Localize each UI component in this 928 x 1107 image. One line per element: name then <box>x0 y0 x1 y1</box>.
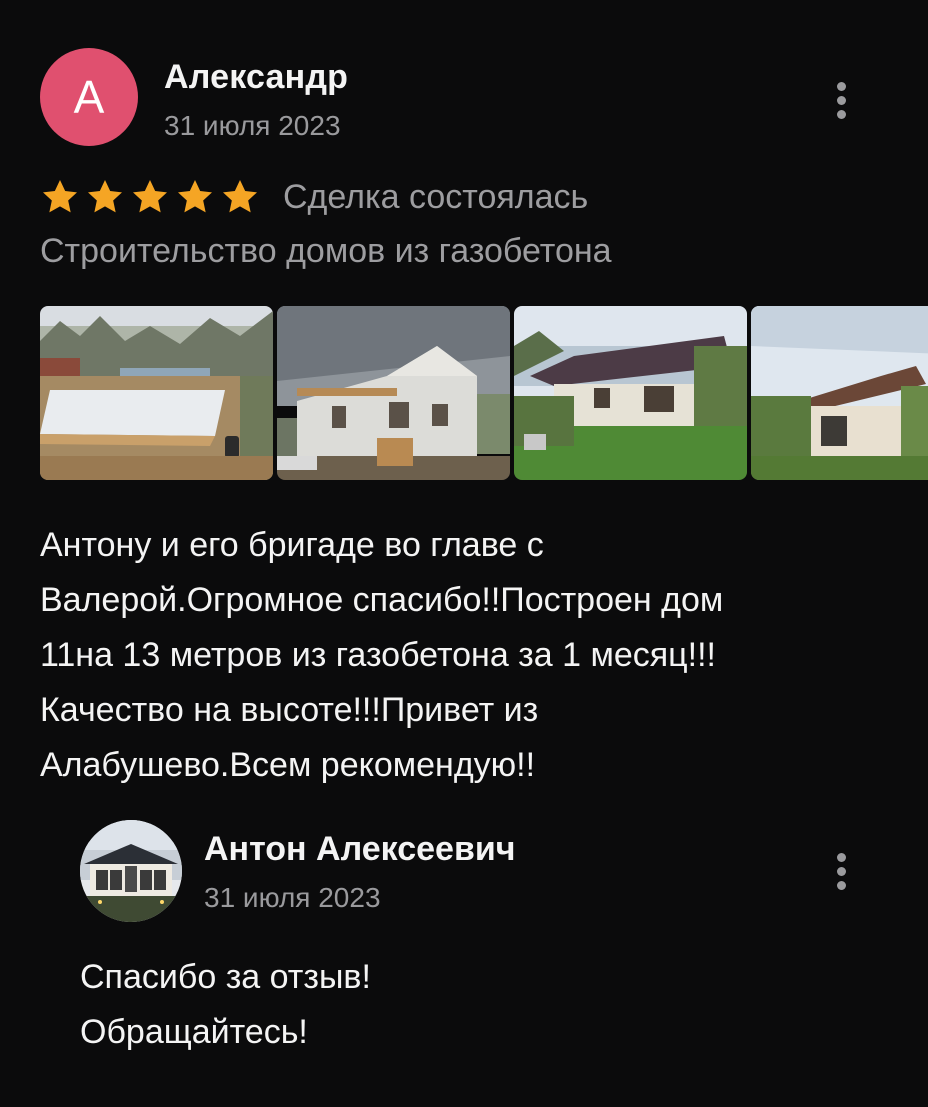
author-avatar[interactable]: А <box>40 48 138 146</box>
house-avatar <box>80 820 182 922</box>
service-category: Строительство домов из газобетона <box>40 232 612 270</box>
star-icon <box>88 180 122 213</box>
reply-author-name[interactable]: Антон Алексеевич <box>204 830 516 869</box>
photo-foundation[interactable] <box>40 306 273 480</box>
reply-date: 31 июля 2023 <box>204 882 381 913</box>
star-icon <box>133 180 167 213</box>
star-icon <box>178 180 212 213</box>
photo-house-garden[interactable] <box>751 306 928 480</box>
star-icon <box>43 180 77 213</box>
author-name[interactable]: Александр <box>164 58 348 97</box>
review-card: А Александр 31 июля 2023 Сделка состояла… <box>0 0 928 1107</box>
star-icon <box>223 180 257 213</box>
reply-author-avatar[interactable] <box>80 820 182 922</box>
deal-status: Сделка состоялась <box>283 177 589 216</box>
more-vertical-icon[interactable] <box>829 847 853 895</box>
review-date: 31 июля 2023 <box>164 110 341 141</box>
reply-text: Спасибо за отзыв! Обращайтесь! <box>80 958 371 1051</box>
review-text: Антону и его бригаде во главе с Валерой.… <box>40 526 724 784</box>
star-rating <box>40 177 265 217</box>
rating-row: Сделка состоялась <box>40 174 588 220</box>
photo-house-walls[interactable] <box>277 306 510 480</box>
photo-house-finished[interactable] <box>514 306 747 480</box>
more-vertical-icon[interactable] <box>829 76 853 124</box>
photo-gallery <box>40 306 928 480</box>
author-initial: А <box>73 71 105 123</box>
